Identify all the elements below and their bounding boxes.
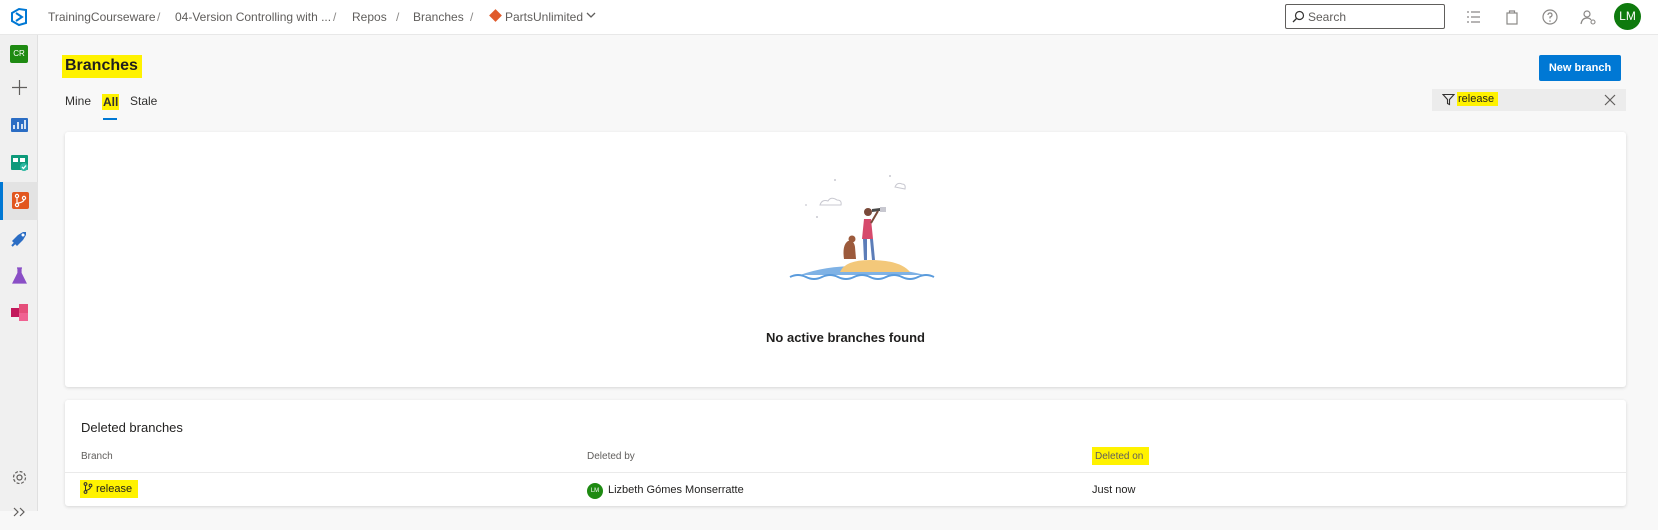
- search-input[interactable]: [1308, 8, 1438, 25]
- breadcrumb-separator: /: [396, 10, 400, 24]
- plus-icon: [12, 80, 27, 95]
- left-navigation-rail: CR: [0, 35, 38, 517]
- task-list-icon[interactable]: [1464, 8, 1482, 26]
- git-repo-icon: [489, 9, 502, 22]
- deleted-branch-link[interactable]: release: [80, 480, 139, 498]
- empty-state-illustration: [789, 175, 935, 280]
- overview-icon: [11, 118, 28, 132]
- tab-all[interactable]: All: [102, 94, 120, 110]
- breadcrumb-repos[interactable]: Repos: [352, 10, 387, 24]
- project-tile[interactable]: CR: [0, 35, 38, 73]
- empty-state-message: No active branches found: [766, 330, 925, 345]
- active-branches-card: No active branches found: [65, 132, 1626, 387]
- avatar: LM: [587, 483, 603, 499]
- azure-devops-logo-icon[interactable]: [10, 7, 30, 27]
- user-avatar[interactable]: LM: [1614, 3, 1641, 30]
- double-chevron-right-icon: [13, 507, 25, 517]
- pipelines-icon: [11, 232, 26, 247]
- tab-stale[interactable]: Stale: [130, 94, 157, 108]
- column-header-deleted-on[interactable]: Deleted on: [1092, 447, 1150, 465]
- active-tab-indicator: [103, 118, 117, 120]
- new-branch-button[interactable]: New branch: [1539, 55, 1621, 81]
- tab-mine[interactable]: Mine: [65, 94, 91, 108]
- top-bar: TrainingCourseware / 04-Version Controll…: [0, 0, 1658, 35]
- deleted-by-name: Lizbeth Gómes Monserratte: [608, 484, 744, 496]
- breadcrumb-separator: /: [470, 10, 474, 24]
- breadcrumb-organization[interactable]: TrainingCourseware: [48, 10, 156, 24]
- row-divider: [65, 472, 1626, 473]
- rail-item-overview[interactable]: [0, 106, 38, 144]
- filter-input[interactable]: release: [1457, 92, 1499, 106]
- branch-name: release: [96, 483, 133, 495]
- breadcrumb-separator: /: [157, 10, 161, 24]
- breadcrumb-branches[interactable]: Branches: [413, 10, 464, 24]
- rail-item-artifacts[interactable]: [0, 294, 38, 332]
- branch-icon: [83, 482, 93, 494]
- filter-icon: [1442, 93, 1455, 106]
- breadcrumb-separator: /: [333, 10, 337, 24]
- rail-item-test-plans[interactable]: [0, 257, 38, 295]
- rail-item-pipelines[interactable]: [0, 220, 38, 258]
- rail-item-repos[interactable]: [0, 182, 38, 220]
- help-icon[interactable]: [1541, 8, 1559, 26]
- search-icon: [1292, 10, 1305, 23]
- deleted-branches-card: Deleted branches Branch Deleted by Delet…: [65, 400, 1626, 506]
- deleted-branches-title: Deleted branches: [81, 420, 183, 435]
- repos-icon: [12, 192, 29, 209]
- page-title: Branches: [62, 55, 142, 78]
- deleted-on-value: Just now: [1092, 484, 1136, 496]
- breadcrumb-project[interactable]: 04-Version Controlling with ...: [175, 10, 331, 24]
- add-button[interactable]: [0, 69, 38, 107]
- close-icon[interactable]: [1604, 94, 1616, 106]
- project-avatar: CR: [10, 45, 28, 63]
- rail-item-boards[interactable]: [0, 144, 38, 182]
- test-plans-icon: [12, 267, 27, 284]
- search-box[interactable]: [1285, 4, 1445, 29]
- column-header-deleted-by[interactable]: Deleted by: [587, 451, 635, 462]
- user-settings-icon[interactable]: [1579, 8, 1597, 26]
- boards-icon: [11, 155, 28, 171]
- gear-icon: [12, 470, 27, 485]
- column-header-branch[interactable]: Branch: [81, 451, 113, 462]
- breadcrumb-repository[interactable]: PartsUnlimited: [505, 10, 583, 24]
- rail-item-expand[interactable]: [0, 492, 38, 530]
- chevron-down-icon[interactable]: [585, 9, 597, 21]
- artifacts-icon: [11, 304, 28, 321]
- branch-filter[interactable]: release: [1432, 89, 1626, 111]
- marketplace-bag-icon[interactable]: [1503, 8, 1521, 26]
